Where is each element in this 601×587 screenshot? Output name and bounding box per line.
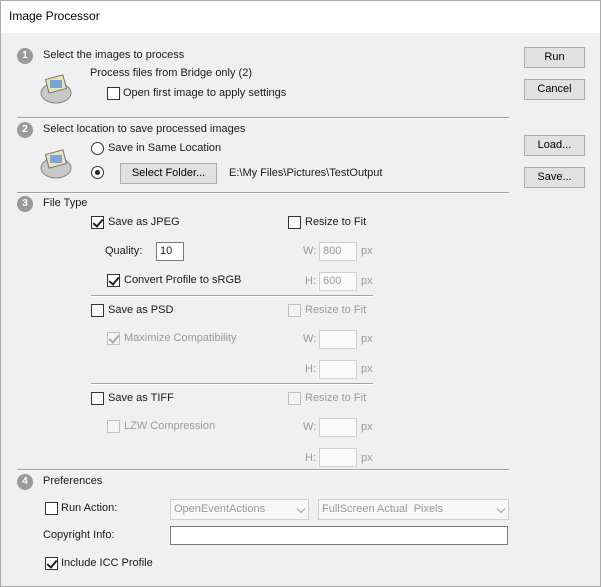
select-folder-radio[interactable] — [91, 166, 104, 179]
window-title: Image Processor — [9, 9, 100, 23]
filetype-divider — [91, 295, 373, 297]
jpeg-height-label: H: — [305, 275, 316, 287]
section-divider — [17, 117, 509, 119]
section-3-heading: File Type — [43, 197, 88, 209]
image-processor-dialog: Image Processor 1 Select the images to p… — [0, 0, 601, 587]
step-3-badge: 3 — [17, 196, 33, 212]
psd-height-unit: px — [361, 363, 373, 375]
include-icc-checkbox[interactable] — [45, 557, 58, 570]
run-action-label: Run Action: — [61, 502, 118, 514]
load-button[interactable]: Load... — [524, 135, 585, 156]
maximize-compatibility-checkbox[interactable] — [107, 332, 120, 345]
quality-input[interactable]: 10 — [156, 242, 184, 261]
jpeg-height-unit: px — [361, 275, 373, 287]
psd-width-input[interactable] — [319, 330, 357, 349]
jpeg-width-unit: px — [361, 245, 373, 257]
save-as-psd-label: Save as PSD — [108, 304, 174, 316]
filetype-divider — [91, 383, 373, 385]
select-folder-button[interactable]: Select Folder... — [120, 163, 217, 184]
section-divider — [17, 192, 509, 194]
run-action-checkbox[interactable] — [45, 502, 58, 515]
cancel-button[interactable]: Cancel — [524, 79, 585, 100]
convert-srgb-checkbox[interactable] — [107, 274, 120, 287]
step-4-badge: 4 — [17, 474, 33, 490]
section-1-heading: Select the images to process — [43, 49, 185, 61]
save-as-psd-checkbox[interactable] — [91, 304, 104, 317]
jpeg-width-label: W: — [303, 245, 317, 257]
include-icc-label: Include ICC Profile — [61, 557, 153, 569]
jpeg-resize-checkbox[interactable] — [288, 216, 301, 229]
tiff-resize-checkbox[interactable] — [288, 392, 301, 405]
psd-height-label: H: — [305, 363, 316, 375]
save-as-tiff-label: Save as TIFF — [108, 392, 174, 404]
folder-app-icon — [40, 149, 72, 179]
bridge-source-label: Process files from Bridge only (2) — [90, 67, 252, 79]
tiff-width-unit: px — [361, 421, 373, 433]
section-4-heading: Preferences — [43, 475, 103, 487]
psd-width-label: W: — [303, 333, 317, 345]
lzw-compression-checkbox[interactable] — [107, 420, 120, 433]
action-set-select[interactable]: OpenEventActions — [170, 499, 309, 520]
tiff-resize-label: Resize to Fit — [305, 392, 367, 404]
psd-resize-label: Resize to Fit — [305, 304, 367, 316]
copyright-label: Copyright Info: — [43, 529, 115, 541]
psd-height-input[interactable] — [319, 360, 357, 379]
tiff-height-unit: px — [361, 452, 373, 464]
action-value: FullScreen Actual Pixels — [322, 503, 444, 515]
save-as-tiff-checkbox[interactable] — [91, 392, 104, 405]
open-first-image-checkbox[interactable] — [107, 87, 120, 100]
step-2-badge: 2 — [17, 122, 33, 138]
chevron-down-icon — [496, 504, 506, 514]
save-settings-button[interactable]: Save... — [524, 167, 585, 188]
maximize-compatibility-label: Maximize Compatibility — [124, 332, 237, 344]
output-folder-path: E:\My Files\Pictures\TestOutput — [229, 167, 383, 179]
convert-srgb-label: Convert Profile to sRGB — [124, 274, 242, 286]
save-as-jpeg-label: Save as JPEG — [108, 216, 180, 228]
jpeg-width-input[interactable]: 800 — [319, 242, 357, 261]
save-same-location-label: Save in Same Location — [108, 142, 222, 154]
open-first-image-label: Open first image to apply settings — [123, 87, 287, 99]
section-2-heading: Select location to save processed images — [43, 123, 246, 135]
run-button[interactable]: Run — [524, 47, 585, 68]
psd-width-unit: px — [361, 333, 373, 345]
bridge-app-icon — [40, 74, 72, 104]
save-same-location-radio[interactable] — [91, 142, 104, 155]
save-as-jpeg-checkbox[interactable] — [91, 216, 104, 229]
psd-resize-checkbox[interactable] — [288, 304, 301, 317]
action-select[interactable]: FullScreen Actual Pixels — [318, 499, 509, 520]
copyright-input[interactable] — [170, 526, 508, 545]
tiff-height-input[interactable] — [319, 448, 357, 467]
tiff-width-label: W: — [303, 421, 317, 433]
tiff-width-input[interactable] — [319, 418, 357, 437]
chevron-down-icon — [296, 504, 306, 514]
jpeg-height-input[interactable]: 600 — [319, 272, 357, 291]
section-divider — [17, 469, 509, 471]
lzw-compression-label: LZW Compression — [124, 420, 216, 432]
tiff-height-label: H: — [305, 452, 316, 464]
step-1-badge: 1 — [17, 48, 33, 64]
action-set-value: OpenEventActions — [174, 503, 266, 515]
title-bar: Image Processor — [1, 1, 600, 33]
jpeg-resize-label: Resize to Fit — [305, 216, 367, 228]
quality-label: Quality: — [105, 245, 143, 257]
